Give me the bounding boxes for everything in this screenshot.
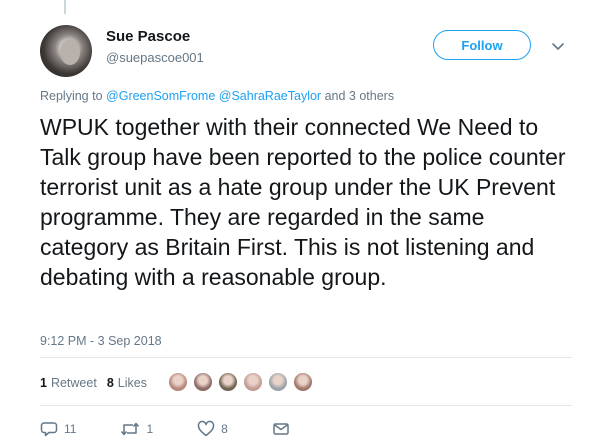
divider: [40, 357, 572, 358]
follow-button[interactable]: Follow: [433, 30, 531, 60]
reply-button[interactable]: 11: [40, 420, 76, 438]
retweet-icon: [121, 422, 140, 436]
mention-link-sahraraetaylor[interactable]: @SahraRaeTaylor: [219, 89, 321, 103]
liker-avatar[interactable]: [217, 371, 239, 393]
retweet-button[interactable]: 1: [120, 420, 153, 438]
tweet-stats: 1 Retweet 8 Likes: [40, 376, 157, 390]
retweet-count: 1: [146, 422, 154, 436]
liker-avatar[interactable]: [167, 371, 189, 393]
liker-avatar[interactable]: [242, 371, 264, 393]
avatar[interactable]: [40, 25, 92, 77]
like-button[interactable]: 8: [197, 420, 228, 438]
likers-avatars: [167, 371, 317, 393]
retweet-stat-label: Retweet: [50, 376, 97, 390]
retweet-stat-count: 1: [40, 376, 47, 390]
chevron-down-icon[interactable]: [550, 38, 566, 54]
avatar-face: [60, 39, 80, 65]
likes-stat-label: Likes: [117, 376, 147, 390]
liker-avatar[interactable]: [192, 371, 214, 393]
thread-connector-line: [64, 0, 66, 14]
tweet-actions: 11 1 8: [40, 420, 340, 438]
reply-others-link[interactable]: and 3 others: [325, 89, 395, 103]
reply-icon: [40, 422, 58, 437]
envelope-icon: [273, 423, 289, 435]
tweet-timestamp[interactable]: 9:12 PM - 3 Sep 2018: [40, 334, 162, 348]
likes-stat-count: 8: [106, 376, 114, 390]
liker-avatar[interactable]: [267, 371, 289, 393]
mention-link-greensomfrome[interactable]: @GreenSomFrome: [106, 89, 215, 103]
reply-context: Replying to @GreenSomFrome @SahraRaeTayl…: [40, 89, 394, 103]
tweet-text: WPUK together with their connected We Ne…: [40, 114, 566, 290]
direct-message-button[interactable]: [272, 420, 296, 438]
author-display-name[interactable]: Sue Pascoe: [106, 28, 190, 45]
divider: [40, 405, 572, 406]
reply-count: 11: [64, 422, 77, 436]
liker-avatar[interactable]: [292, 371, 314, 393]
heart-icon: [197, 420, 215, 437]
likes-stat[interactable]: 8 Likes: [107, 376, 147, 390]
like-count: 8: [221, 422, 228, 436]
author-handle[interactable]: @suepascoe001: [106, 50, 204, 65]
retweet-stat[interactable]: 1 Retweet: [40, 376, 97, 390]
reply-prefix: Replying to: [40, 89, 103, 103]
